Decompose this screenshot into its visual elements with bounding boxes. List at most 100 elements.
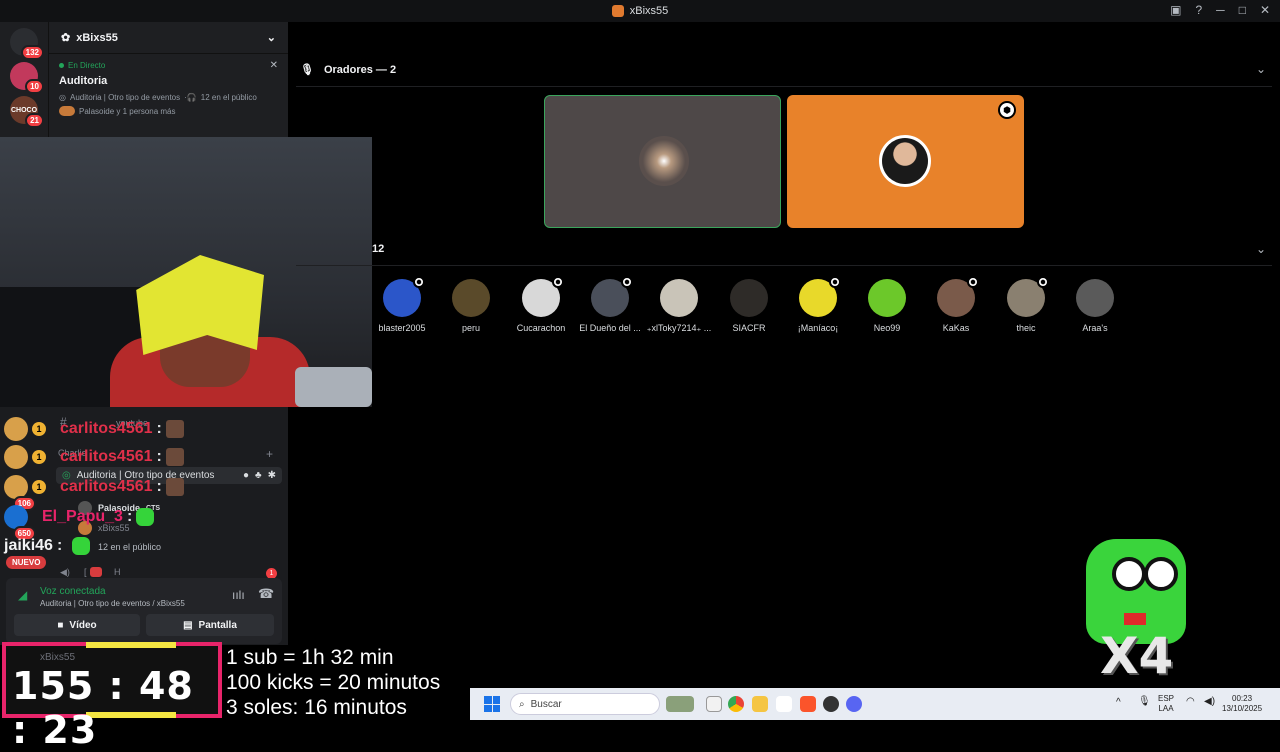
chat-username: jaiki46	[4, 537, 53, 554]
microphone-icon[interactable]: 🎙	[1138, 697, 1151, 707]
ghost-h: H	[114, 567, 121, 577]
audience-member[interactable]: ⬢ Cucarachon	[505, 276, 577, 333]
brave-icon[interactable]	[800, 696, 816, 712]
chat-username: carlitos4561	[60, 448, 153, 465]
audience-member[interactable]: Neo99	[851, 279, 923, 333]
noise-suppression-icon[interactable]: ıılı	[232, 588, 245, 602]
avatar	[1076, 279, 1114, 317]
close-icon[interactable]: ✕	[270, 60, 278, 71]
audience-member[interactable]: Araa's	[1059, 279, 1131, 333]
subathon-timer: xBixs55 155 : 48 : 23	[2, 642, 222, 752]
help-icon[interactable]: ?	[1195, 3, 1202, 17]
emote-icon	[165, 420, 184, 438]
audience-name: Cucarachon	[516, 323, 566, 333]
stage-icon: ◎	[59, 93, 66, 102]
screen-share-icon: ▤	[183, 619, 193, 631]
audience-member[interactable]: ⬢ KaKas	[920, 276, 992, 333]
clock[interactable]: 00:23 13/10/2025	[1222, 694, 1262, 714]
sub-badge: 1	[32, 450, 46, 464]
screen-share-button[interactable]: ▤ Pantalla	[146, 614, 274, 636]
add-icon[interactable]: +	[266, 447, 273, 461]
chat-icon[interactable]: ●	[243, 470, 249, 481]
voice-subtitle[interactable]: Auditoria | Otro tipo de eventos / xBixs…	[40, 599, 185, 608]
close-button[interactable]: ✕	[1260, 3, 1270, 17]
microphone-icon: 🎙	[300, 64, 314, 76]
taskbar-search[interactable]: ⌕ Buscar	[510, 693, 660, 715]
add-member-icon[interactable]: ♣	[255, 470, 262, 481]
chat-username: El_Papu_3	[42, 508, 123, 525]
server-icon[interactable]: 10	[10, 62, 44, 94]
server-header[interactable]: ✿ xBixs55 ⌄	[49, 22, 288, 54]
chevron-down-icon[interactable]: ⌄	[1256, 242, 1266, 256]
divider	[296, 86, 1272, 87]
emote-icon	[72, 537, 91, 555]
ghost-avatar-icon	[90, 567, 102, 577]
moderator-icon: ⬢	[1037, 276, 1049, 288]
audience-member[interactable]: ⬢ El Dueño del ...	[574, 276, 646, 333]
emote-icon	[136, 508, 155, 526]
moderator-icon: ⬢	[998, 101, 1016, 119]
new-badge[interactable]: NUEVO	[6, 556, 47, 569]
avatar: 650	[4, 505, 36, 541]
maximize-button[interactable]: □	[1239, 3, 1246, 17]
speaker-tile[interactable]: ⬢	[787, 95, 1024, 228]
chat-colon: :	[156, 478, 162, 495]
ghost-username: xBixs55	[40, 652, 76, 663]
notepad-icon[interactable]	[776, 696, 792, 712]
avatar	[4, 417, 28, 441]
chat-colon: :	[156, 448, 162, 465]
event-title[interactable]: Auditoria	[49, 71, 288, 91]
audience-name: Neo99	[873, 323, 901, 333]
chrome-icon[interactable]	[728, 696, 744, 712]
minimize-button[interactable]: ─	[1216, 3, 1225, 17]
server-badge-icon: ✿	[61, 32, 71, 44]
audience-row[interactable]: 12 en el público	[98, 542, 161, 552]
inbox-icon[interactable]: ▣	[1170, 3, 1181, 17]
mascot-overlay: X4	[1082, 535, 1192, 685]
subathon-rates: 1 sub = 1h 32 min 100 kicks = 20 minutos…	[226, 645, 440, 720]
audience-member[interactable]: SIACFR	[713, 279, 785, 333]
camera-icon: ■	[57, 619, 64, 631]
chevron-up-icon[interactable]: ^	[1116, 698, 1121, 708]
bowtie-icon	[1124, 613, 1146, 625]
obs-icon[interactable]	[823, 696, 839, 712]
task-view-icon[interactable]	[706, 696, 722, 712]
audience-member[interactable]: ⬢ ¡Maníaco¡	[782, 276, 854, 333]
server-icon[interactable]: CHOCO 21	[10, 96, 44, 128]
audience-member[interactable]: ₊xlToky7214₊ ...	[643, 279, 715, 334]
gear-icon[interactable]: ✱	[268, 470, 276, 481]
search-icon: ⌕	[519, 698, 525, 710]
signal-icon: ◢	[18, 588, 28, 602]
video-button[interactable]: ■ Vídeo	[14, 614, 140, 636]
avatar	[730, 279, 768, 317]
speakers-header[interactable]: 🎙 Oradores — 2	[300, 63, 396, 77]
live-label: En Directo	[68, 61, 106, 70]
audience-member[interactable]: ⬢ theic	[990, 276, 1062, 333]
chevron-down-icon[interactable]: ⌄	[267, 31, 276, 44]
voice-status[interactable]: Voz conectada	[40, 586, 106, 597]
wifi-icon[interactable]: ◠	[1186, 697, 1195, 707]
windows-start-icon[interactable]	[484, 696, 500, 712]
audience-member[interactable]: ⬢ blaster2005	[366, 276, 438, 333]
avatar	[868, 279, 906, 317]
file-explorer-icon[interactable]	[752, 696, 768, 712]
disconnect-icon[interactable]: ☎	[258, 586, 274, 602]
audience-header[interactable]: 12	[372, 243, 384, 255]
moderator-icon: ⬢	[552, 276, 564, 288]
app-icon	[611, 5, 624, 17]
chevron-down-icon[interactable]: ⌄	[1256, 62, 1266, 76]
volume-icon[interactable]: ◀)	[1204, 697, 1215, 707]
home-button[interactable]: 132	[10, 28, 44, 60]
language-indicator[interactable]: ESP LAA	[1158, 694, 1174, 714]
emote-icon	[165, 478, 184, 496]
speaker-tile[interactable]	[544, 95, 781, 228]
search-highlight-icon[interactable]	[666, 696, 694, 712]
discord-icon[interactable]	[846, 696, 862, 712]
rate-line: 100 kicks = 20 minutos	[226, 671, 441, 694]
audience-name: KaKas	[942, 323, 970, 333]
speaker-avatar	[639, 136, 689, 186]
audience-name: theic	[1016, 323, 1036, 333]
audience-name: Araa's	[1082, 323, 1108, 333]
live-dot-icon	[59, 63, 64, 68]
audience-member[interactable]: peru	[435, 279, 507, 333]
